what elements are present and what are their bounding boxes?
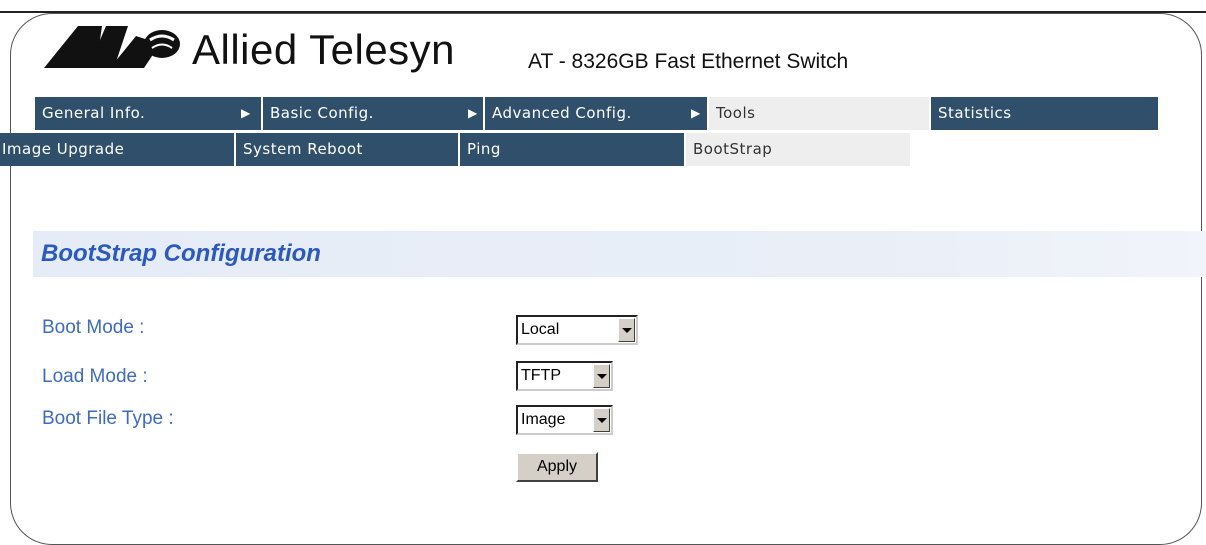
boot-mode-label: Boot Mode : [42,317,145,338]
primary-menu: General Info. ▶ Basic Config. ▶ Advanced… [0,97,1206,130]
load-mode-select[interactable]: TFTP [516,361,613,391]
submenu-image-upgrade-label: Image Upgrade [2,140,125,158]
page-frame [10,13,1202,545]
triangle-right-icon: ▶ [691,106,701,120]
menu-advanced-config-label: Advanced Config. [492,104,632,122]
load-mode-value: TFTP [521,367,561,384]
triangle-down-icon[interactable] [593,364,610,388]
brand-name: Allied Telesyn [192,26,456,73]
menu-tools-label: Tools [716,104,756,122]
menu-tools[interactable]: Tools ▶ [707,97,944,130]
triangle-right-icon: ▶ [468,106,478,120]
tools-submenu: Image Upgrade System Reboot Ping BootStr… [0,133,1206,166]
triangle-down-icon[interactable] [618,318,635,342]
section-header: BootStrap Configuration [33,231,1206,277]
triangle-right-icon: ▶ [241,106,251,120]
menu-general-info[interactable]: General Info. ▶ [33,97,261,130]
submenu-ping[interactable]: Ping [458,133,684,166]
triangle-down-icon[interactable] [593,408,610,432]
submenu-system-reboot[interactable]: System Reboot [234,133,458,166]
menu-advanced-config[interactable]: Advanced Config. ▶ [483,97,707,130]
submenu-bootstrap[interactable]: BootStrap [684,133,910,166]
menu-general-info-label: General Info. [42,104,146,122]
submenu-system-reboot-label: System Reboot [243,140,363,158]
boot-mode-select[interactable]: Local [516,315,638,345]
boot-mode-value: Local [521,321,560,338]
menu-basic-config[interactable]: Basic Config. ▶ [261,97,483,130]
load-mode-label: Load Mode : [42,366,148,387]
menu-basic-config-label: Basic Config. [270,104,374,122]
menu-statistics[interactable]: Statistics [929,97,1158,130]
apply-button[interactable]: Apply [516,452,598,482]
boot-file-type-label: Boot File Type : [42,408,174,429]
boot-file-type-select[interactable]: Image [516,405,613,435]
submenu-image-upgrade[interactable]: Image Upgrade [0,133,234,166]
page-title: BootStrap Configuration [41,240,321,267]
submenu-bootstrap-label: BootStrap [693,140,773,158]
menu-statistics-label: Statistics [938,104,1012,122]
allied-telesyn-logo-icon [44,26,180,68]
boot-file-type-value: Image [521,411,566,428]
submenu-ping-label: Ping [467,140,501,158]
product-name: AT - 8326GB Fast Ethernet Switch [528,50,849,73]
